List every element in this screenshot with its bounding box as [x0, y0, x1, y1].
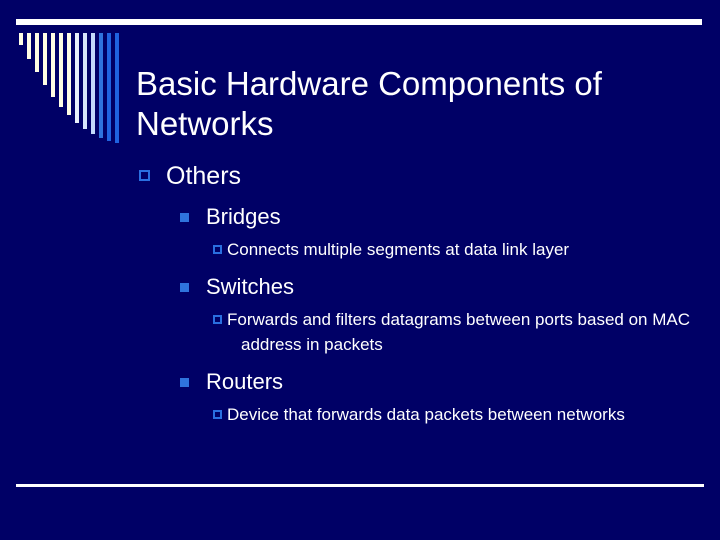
bottom-horizontal-rule	[16, 484, 704, 487]
bullet-level2-label: Bridges	[206, 204, 281, 229]
decorative-bar	[107, 33, 111, 141]
decorative-bar	[67, 33, 71, 115]
filled-square-bullet-icon	[180, 378, 189, 387]
decorative-bar	[35, 33, 39, 72]
bullet-level2-switches: Switches	[136, 272, 706, 301]
bullet-level3-switches-detail: Forwards and filters datagrams between p…	[136, 307, 706, 357]
filled-square-bullet-icon	[180, 213, 189, 222]
hollow-square-bullet-icon	[213, 245, 222, 254]
descending-bar-graphic	[19, 33, 123, 143]
decorative-bar	[59, 33, 63, 107]
hollow-square-bullet-icon	[139, 170, 150, 181]
bullet-level2-routers: Routers	[136, 367, 706, 396]
decorative-bar	[99, 33, 103, 138]
filled-square-bullet-icon	[180, 283, 189, 292]
decorative-bar	[115, 33, 119, 143]
hollow-square-bullet-icon	[213, 410, 222, 419]
decorative-bar	[83, 33, 87, 129]
bullet-level2-label: Switches	[206, 274, 295, 299]
decorative-bar	[27, 33, 31, 59]
bullet-level3-text: Connects multiple segments at data link …	[227, 240, 570, 259]
bullet-level3-routers-detail: Device that forwards data packets betwee…	[136, 402, 706, 427]
decorative-bar	[51, 33, 55, 97]
decorative-bar	[75, 33, 79, 123]
bullet-level3-text: Forwards and filters datagrams between p…	[227, 310, 691, 354]
bullet-list: Others Bridges Connects multiple segment…	[136, 160, 706, 427]
bullet-level1-others: Others	[136, 160, 706, 192]
slide-canvas: Basic Hardware Components of Networks Ot…	[0, 0, 720, 540]
hollow-square-bullet-icon	[213, 315, 222, 324]
bullet-level1-label: Others	[166, 162, 242, 190]
bullet-level3-text: Device that forwards data packets betwee…	[227, 405, 625, 424]
bullet-level2-bridges: Bridges	[136, 202, 706, 231]
bullet-level2-label: Routers	[206, 369, 284, 394]
top-horizontal-rule	[16, 19, 702, 25]
decorative-bar	[19, 33, 23, 45]
decorative-bar	[91, 33, 95, 134]
page-title: Basic Hardware Components of Networks	[136, 65, 602, 143]
decorative-bar	[43, 33, 47, 85]
bullet-level3-bridges-detail: Connects multiple segments at data link …	[136, 237, 706, 262]
